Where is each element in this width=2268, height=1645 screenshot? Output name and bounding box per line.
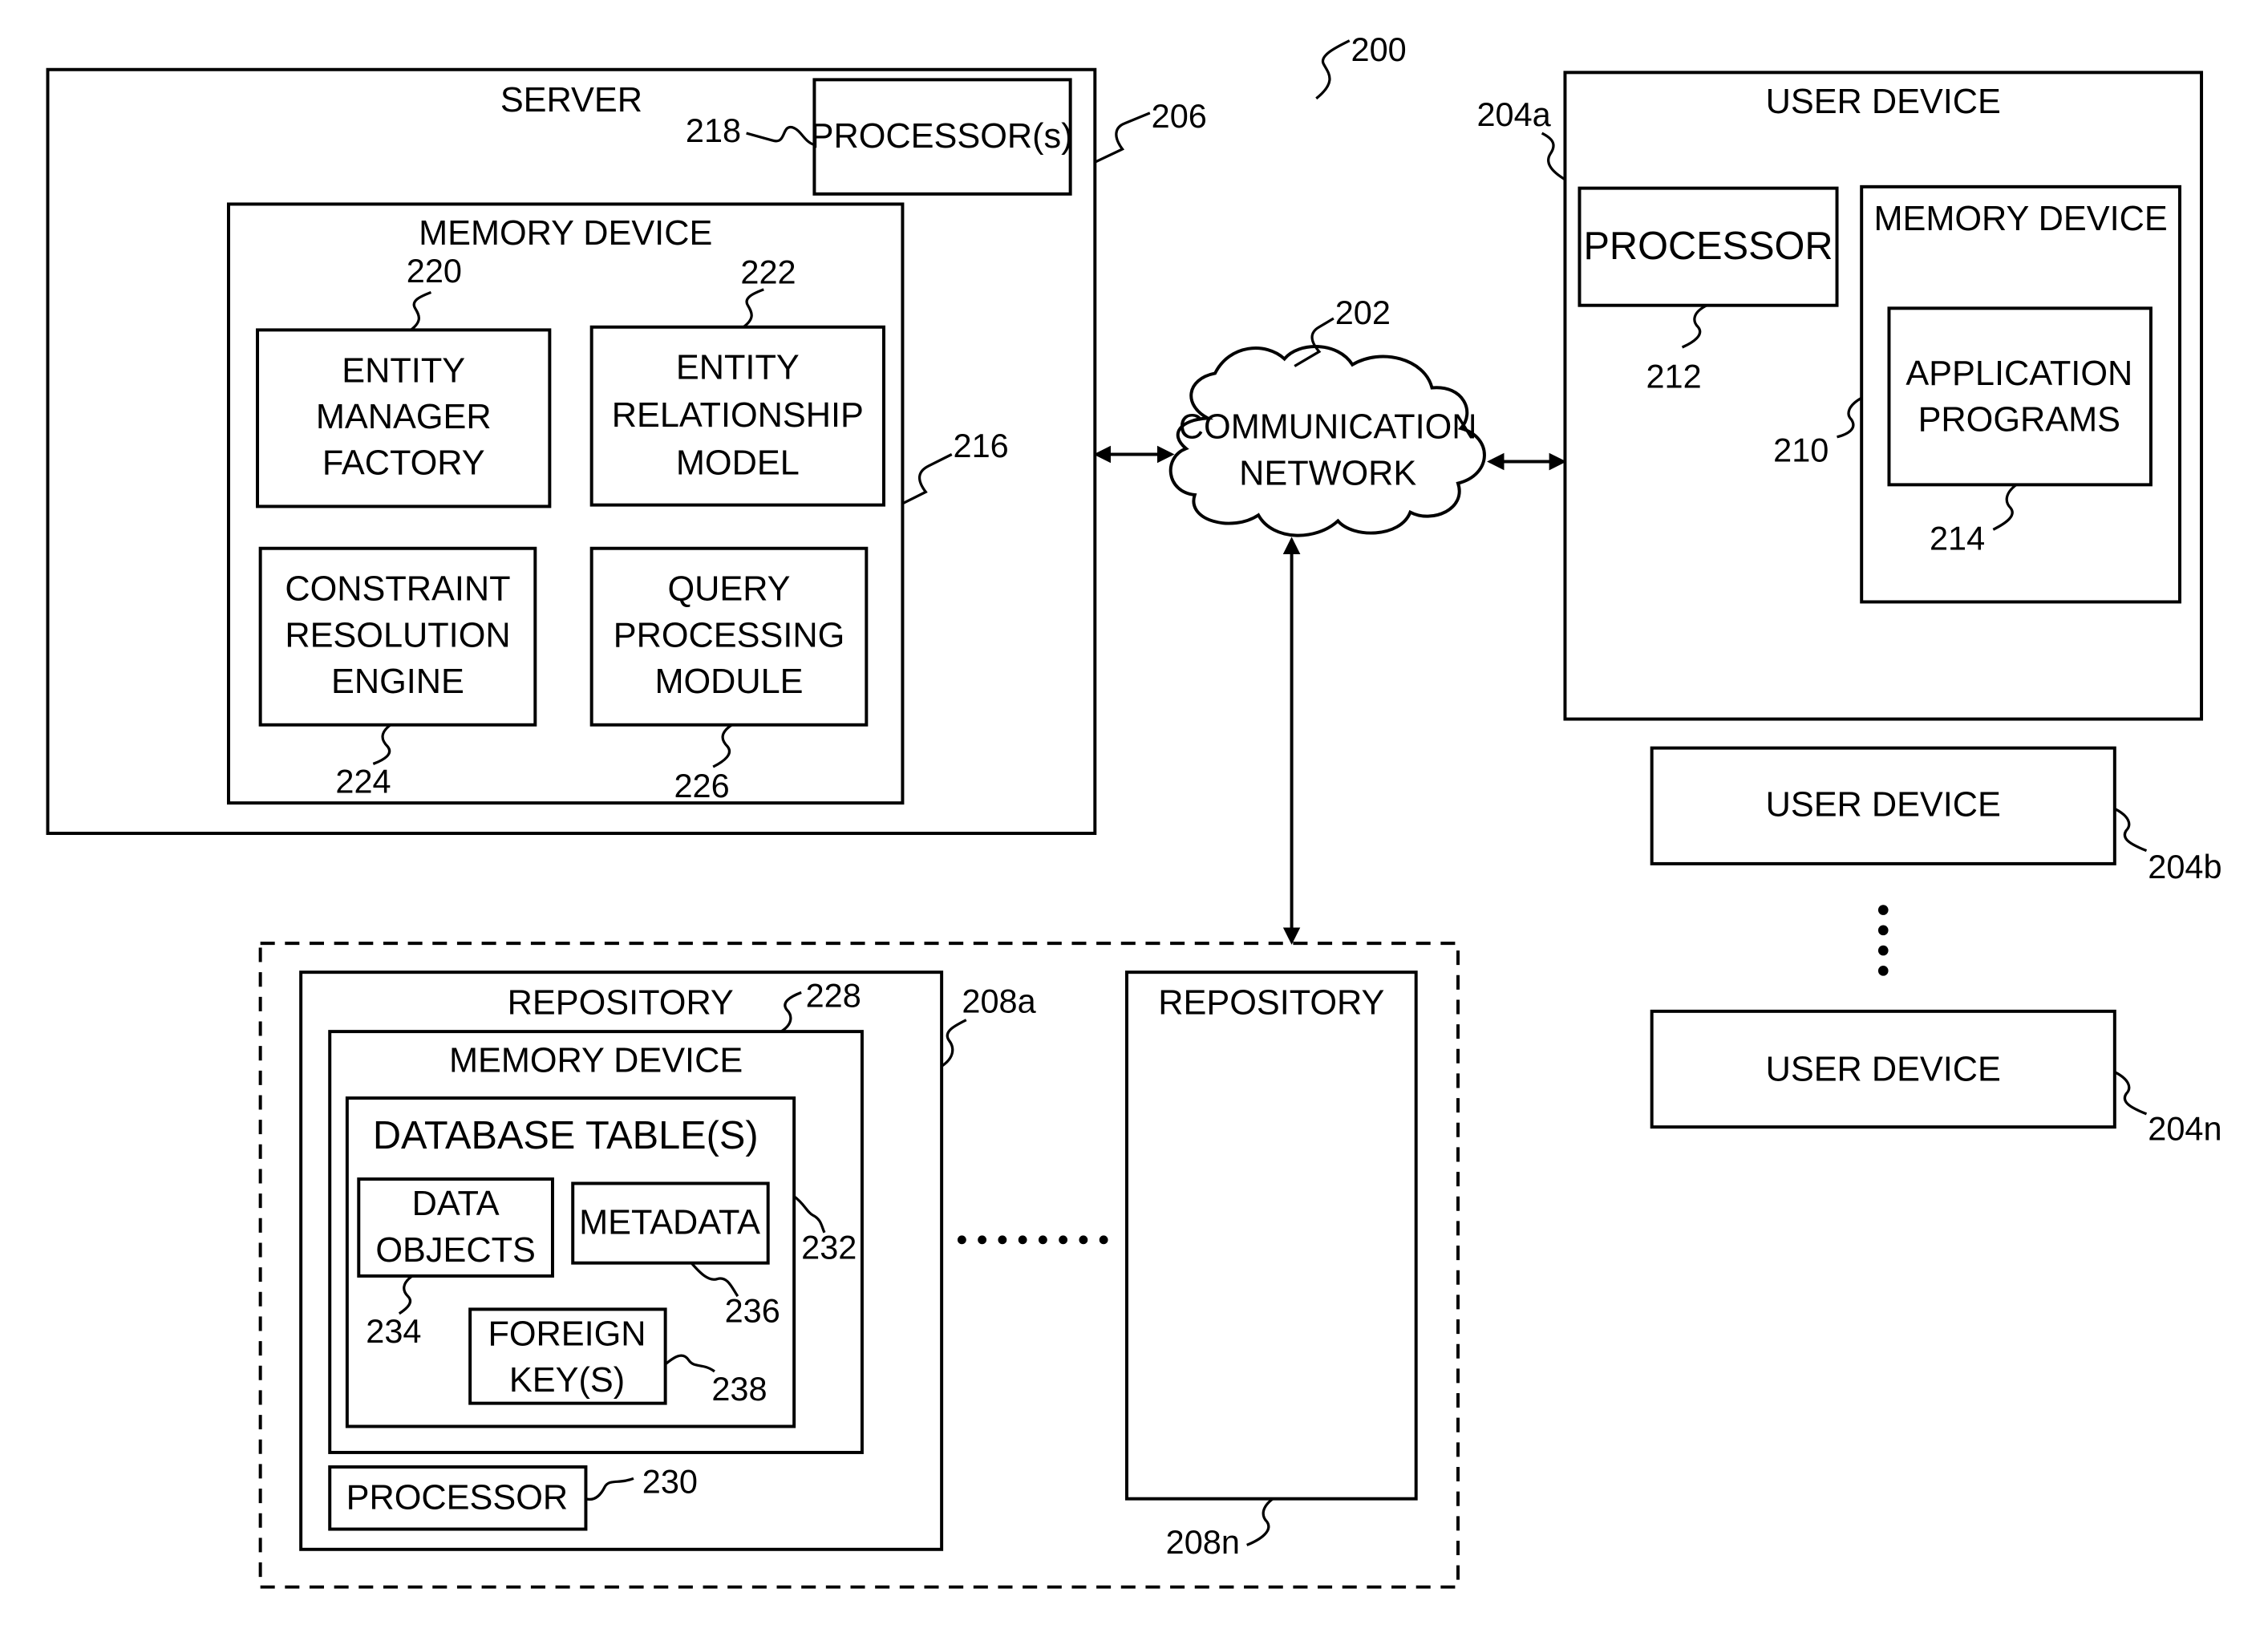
- ellipsis-dot: [1079, 1235, 1088, 1245]
- server-processor-label: PROCESSOR(s): [811, 117, 1073, 156]
- ellipsis-dot: [1059, 1235, 1068, 1245]
- module-ref: 224: [335, 763, 391, 800]
- repository-memory-title: MEMORY DEVICE: [449, 1042, 743, 1080]
- database-tables-ref: 232: [801, 1228, 857, 1266]
- server-memory-title: MEMORY DEVICE: [419, 214, 712, 253]
- ellipsis-dot: [1038, 1235, 1047, 1245]
- figure-ref-label: 200: [1351, 30, 1407, 68]
- user-device-b-ref: 204b: [2148, 848, 2221, 885]
- network-line: COMMUNICATION: [1179, 408, 1477, 447]
- repository-memory-ref: 228: [806, 976, 861, 1014]
- system-diagram: 200 SERVER 206 PROCESSOR(s) 218 MEMORY D…: [46, 30, 2222, 1589]
- module-line: RELATIONSHIP: [612, 396, 864, 435]
- repository-208n: REPOSITORY 208n: [1124, 970, 1418, 1561]
- ellipsis-dot: [1018, 1235, 1027, 1245]
- ellipsis-dot: [998, 1235, 1007, 1245]
- app-ref: 214: [1930, 520, 1985, 557]
- user-processor-ref: 212: [1646, 358, 1701, 395]
- ellipsis-dot: [978, 1235, 987, 1245]
- server-processor-ref: 218: [686, 111, 741, 149]
- module-line: MANAGER: [316, 398, 492, 436]
- data-objects-line: DATA: [412, 1185, 500, 1223]
- ellipsis-dot: [1877, 905, 1889, 915]
- module-line: PROCESSING: [614, 616, 845, 654]
- module-line: MODEL: [676, 444, 800, 483]
- module-line: RESOLUTION: [285, 616, 510, 654]
- repository-processor-label: PROCESSOR: [346, 1478, 568, 1517]
- foreign-keys-ref: 238: [711, 1370, 767, 1408]
- foreign-keys-line: KEY(S): [509, 1361, 625, 1400]
- module-ref: 222: [740, 253, 796, 291]
- user-device-n-label: USER DEVICE: [1766, 1050, 2001, 1088]
- module-line: CONSTRAINT: [285, 570, 510, 609]
- module-line: ENGINE: [331, 662, 464, 701]
- repository-n-title: REPOSITORY: [1158, 983, 1384, 1022]
- ellipsis-dot: [1877, 966, 1889, 976]
- user-memory-title: MEMORY DEVICE: [1873, 200, 2167, 238]
- server-ref: 206: [1152, 97, 1207, 135]
- user-device-n: USER DEVICE 204n: [1650, 1009, 2222, 1147]
- figure-ref-200: 200: [1315, 30, 1407, 100]
- database-tables: DATABASE TABLE(S) 232 DATA OBJECTS 234 M…: [345, 1096, 857, 1428]
- module-line: MODULE: [654, 662, 803, 701]
- user-device-b-label: USER DEVICE: [1766, 785, 2001, 824]
- user-device-ellipsis: [1877, 905, 1889, 976]
- metadata-ref: 236: [725, 1292, 780, 1330]
- data-objects-line: OBJECTS: [375, 1231, 536, 1270]
- user-processor-label: PROCESSOR: [1583, 225, 1833, 268]
- user-device-b: USER DEVICE 204b: [1650, 746, 2222, 885]
- foreign-keys-line: FOREIGN: [488, 1315, 646, 1353]
- communication-network: COMMUNICATION NETWORK 202: [1093, 294, 1567, 945]
- ellipsis-dot: [957, 1235, 966, 1245]
- user-memory-ref: 210: [1773, 432, 1829, 469]
- user-device-ref: 204a: [1476, 95, 1551, 133]
- network-line: NETWORK: [1239, 454, 1416, 492]
- repository-ref: 208a: [962, 983, 1036, 1020]
- repository-n-box: [1124, 970, 1418, 1501]
- repository-processor-ref: 230: [642, 1462, 698, 1500]
- server-memory-device: MEMORY DEVICE 216 ENTITY MANAGER FACTORY…: [226, 202, 1009, 805]
- app-box: [1887, 306, 2153, 487]
- metadata-label: METADATA: [579, 1204, 760, 1242]
- repository-ellipsis: [957, 1235, 1108, 1245]
- server-title: SERVER: [500, 81, 642, 120]
- network-ref: 202: [1335, 294, 1391, 331]
- module-line: QUERY: [667, 570, 790, 609]
- app-line: PROGRAMS: [1918, 401, 2120, 440]
- module-ref: 220: [407, 252, 462, 290]
- ellipsis-dot: [1877, 945, 1889, 956]
- user-device-n-ref: 204n: [2148, 1109, 2221, 1147]
- module-line: FACTORY: [322, 444, 485, 483]
- data-objects-ref: 234: [366, 1312, 421, 1350]
- repository-208a: REPOSITORY 208a MEMORY DEVICE 228 DATABA…: [299, 970, 1037, 1551]
- repository-memory-device: MEMORY DEVICE 228 DATABASE TABLE(S) 232 …: [328, 976, 864, 1454]
- server: SERVER 206 PROCESSOR(s) 218 MEMORY DEVIC…: [46, 67, 1207, 836]
- user-device-title: USER DEVICE: [1766, 83, 2001, 121]
- repository-group: REPOSITORY 208a MEMORY DEVICE 228 DATABA…: [258, 942, 1460, 1589]
- database-tables-title: DATABASE TABLE(S): [373, 1114, 759, 1157]
- module-ref: 226: [674, 767, 729, 804]
- app-line: APPLICATION: [1906, 355, 2132, 393]
- user-device-primary: USER DEVICE 204a PROCESSOR 212 MEMORY DE…: [1476, 71, 2204, 721]
- server-memory-ref: 216: [954, 427, 1009, 464]
- repository-title: REPOSITORY: [508, 983, 734, 1022]
- ellipsis-dot: [1099, 1235, 1108, 1245]
- module-line: ENTITY: [676, 349, 800, 387]
- module-line: ENTITY: [342, 351, 465, 390]
- ellipsis-dot: [1877, 925, 1889, 936]
- repository-n-ref: 208n: [1166, 1523, 1240, 1561]
